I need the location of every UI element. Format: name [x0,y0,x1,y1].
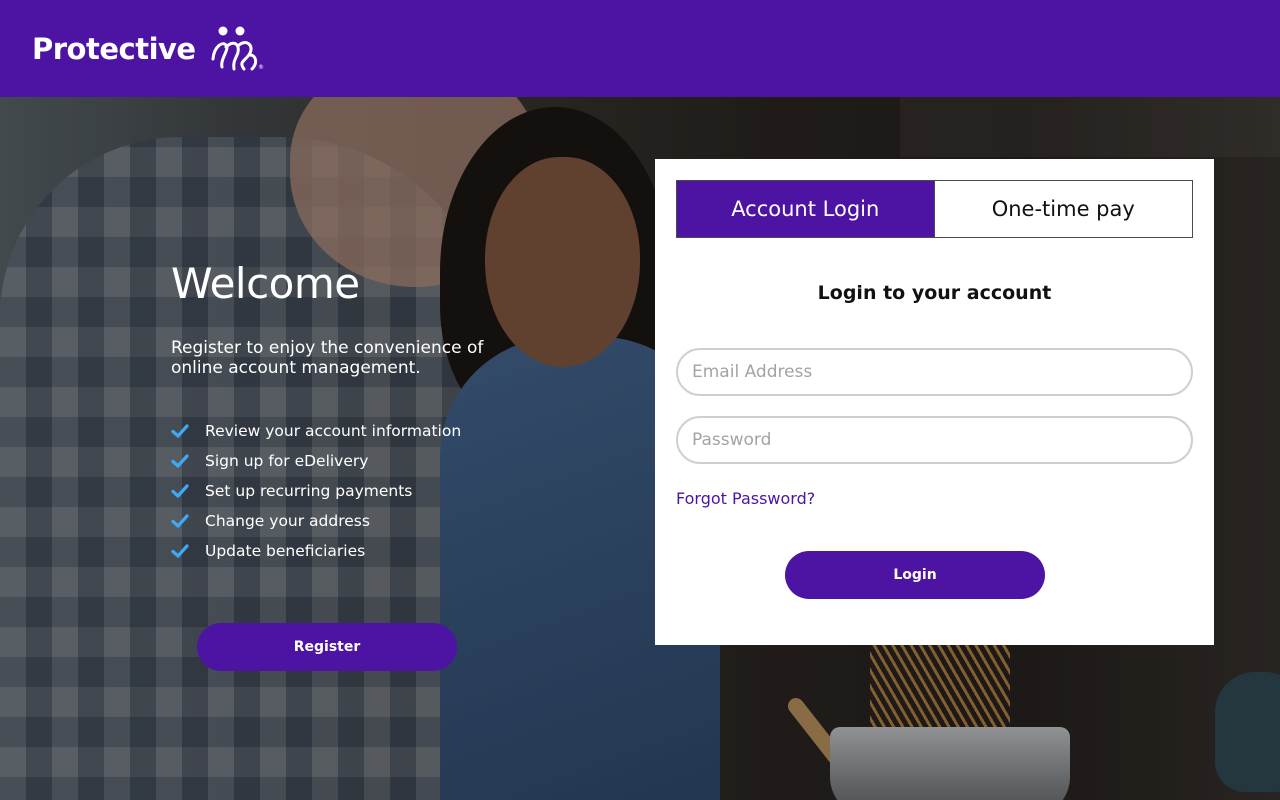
login-tabs: Account Login One-time pay [676,180,1193,238]
list-item: Sign up for eDelivery [171,446,531,476]
tab-account-login[interactable]: Account Login [677,181,935,237]
check-icon [171,544,189,558]
feature-label: Update beneficiaries [205,542,366,560]
welcome-intro: Register to enjoy the convenience of onl… [171,338,484,378]
family-logo-icon: ® [211,26,264,71]
register-button[interactable]: Register [197,623,457,671]
tab-one-time-pay[interactable]: One-time pay [934,181,1192,237]
check-icon [171,514,189,528]
login-button[interactable]: Login [785,551,1045,599]
site-header: Protective ® [0,0,1280,97]
list-item: Change your address [171,506,531,536]
check-icon [171,454,189,468]
login-title: Login to your account [817,282,1052,304]
logo-wordmark: Protective [32,32,196,66]
welcome-title: Welcome [171,259,360,308]
feature-label: Sign up for eDelivery [205,452,369,470]
registered-mark: ® [258,64,264,71]
login-card: Account Login One-time pay Login to your… [655,159,1214,645]
list-item: Review your account information [171,416,531,446]
check-icon [171,484,189,498]
feature-list: Review your account information Sign up … [171,416,531,566]
list-item: Update beneficiaries [171,536,531,566]
list-item: Set up recurring payments [171,476,531,506]
feature-label: Change your address [205,512,370,530]
email-field[interactable] [676,348,1193,396]
welcome-panel: Welcome Register to enjoy the convenienc… [171,258,531,566]
feature-label: Review your account information [205,422,462,440]
feature-label: Set up recurring payments [205,482,413,500]
forgot-password-link[interactable]: Forgot Password? [676,489,815,508]
password-field[interactable] [676,416,1193,464]
protective-logo[interactable]: Protective ® [32,24,264,74]
check-icon [171,424,189,438]
